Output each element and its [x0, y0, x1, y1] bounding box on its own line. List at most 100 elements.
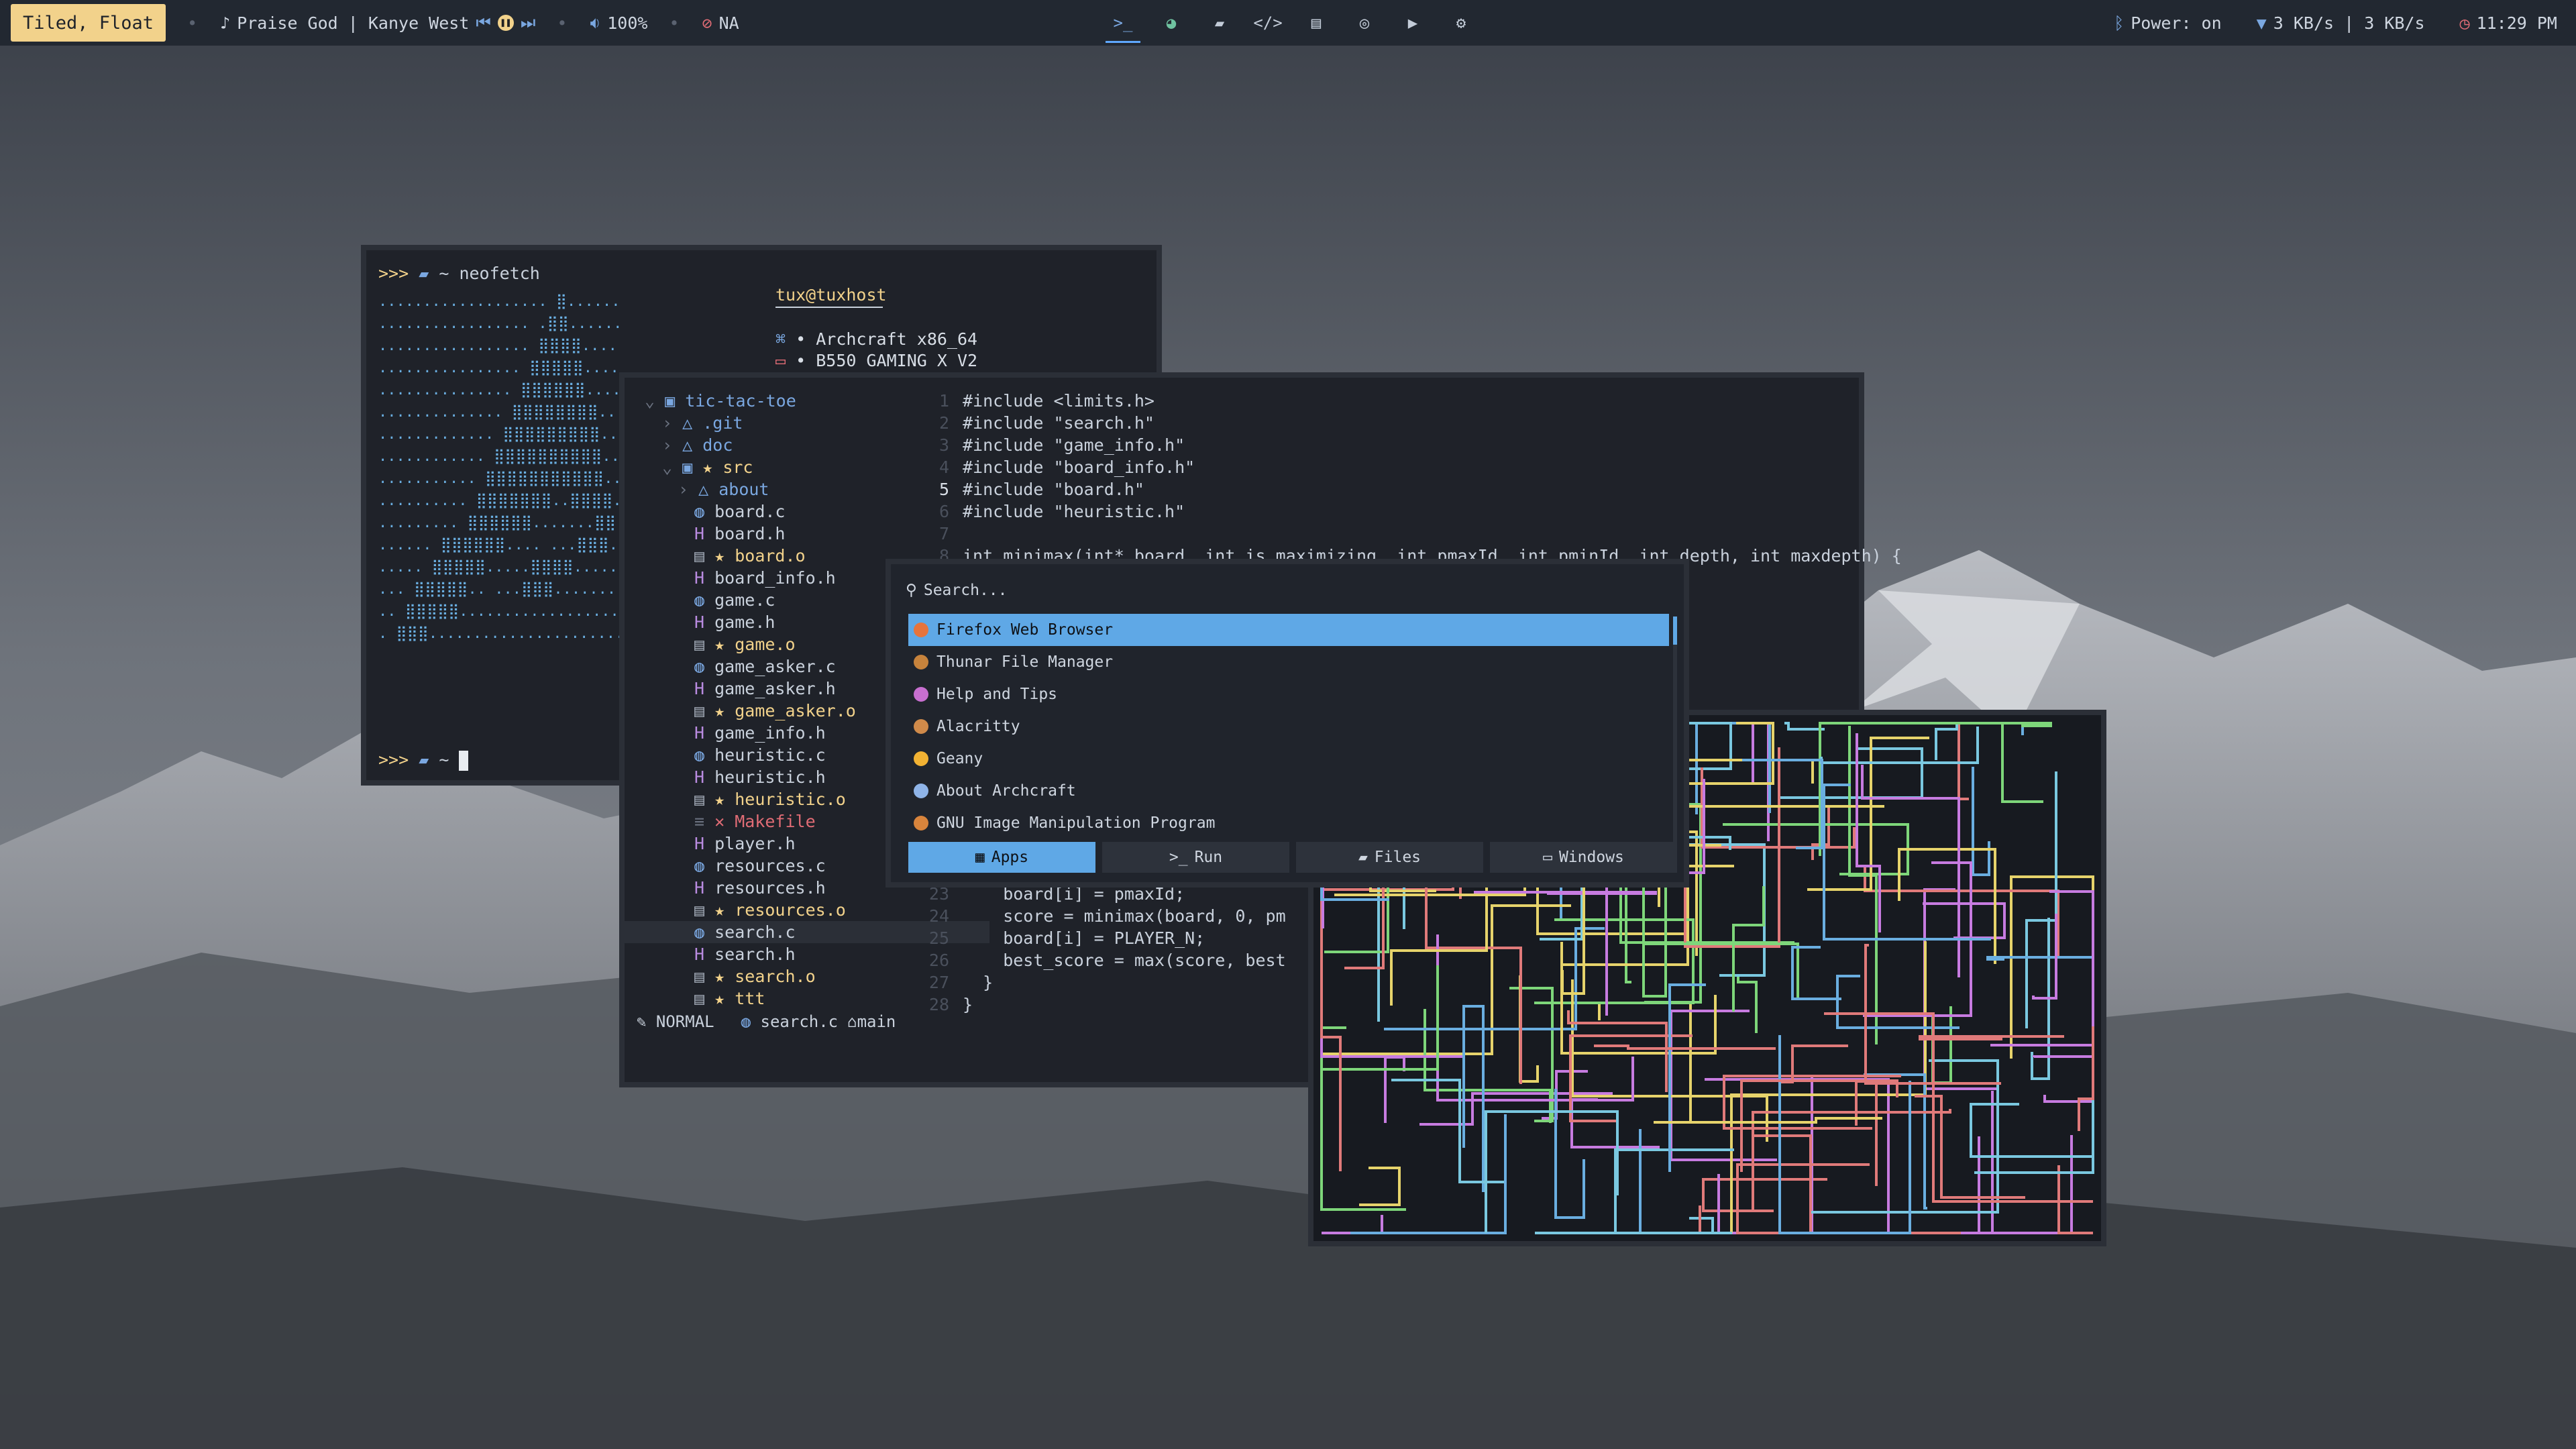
tree-item[interactable]: ◍ board.c [694, 500, 785, 523]
app-list-item[interactable]: Firefox Web Browser [908, 614, 1669, 646]
tree-item-label: game_info.h [714, 723, 826, 743]
tree-item[interactable]: ▤ ★ board.o [694, 545, 806, 567]
tree-item[interactable]: ⌄ ▣ tic-tac-toe [645, 390, 796, 412]
tree-item[interactable]: ◍ resources.c [694, 855, 826, 877]
code-line[interactable]: 26 best_score = max(score, best [920, 949, 1286, 971]
chevron-down-icon[interactable]: ⌄ [662, 458, 682, 477]
pipe-segment [1986, 956, 2093, 961]
app-list-item[interactable]: About Archcraft [908, 775, 1669, 807]
search-input[interactable]: Search... [924, 582, 1008, 599]
chat-icon[interactable]: ◎ [1355, 13, 1374, 32]
code-line[interactable]: 1 #include <limits.h> [920, 390, 1155, 412]
network-widget[interactable]: ▼ 3 KB/s | 3 KB/s [2257, 13, 2425, 33]
tree-item[interactable]: H game_info.h [694, 722, 826, 744]
tree-item-label: ★ resources.o [714, 900, 846, 920]
tree-item[interactable]: ▤ ★ heuristic.o [694, 788, 846, 810]
tree-item[interactable]: › △ .git [662, 412, 743, 434]
tree-item[interactable]: ▤ ★ resources.o [694, 899, 846, 921]
tree-item-label: board.c [714, 502, 786, 521]
code-line[interactable]: 5 #include "board.h" [920, 478, 1144, 500]
object-file-icon: ▤ [694, 546, 715, 566]
pipe-segment [1668, 983, 1706, 1172]
chevron-right-icon[interactable]: › [662, 413, 682, 433]
tree-item[interactable]: ◍ heuristic.c [694, 744, 826, 766]
tree-item[interactable]: H board_info.h [694, 567, 836, 589]
mode-tab-files[interactable]: ▰ Files [1296, 842, 1483, 873]
pipe-segment [1972, 767, 1990, 876]
app-list-item[interactable]: GNU Image Manipulation Program [908, 807, 1669, 839]
code-line[interactable]: 25 board[i] = PLAYER_N; [920, 927, 1205, 949]
code-line[interactable]: 27 } [920, 971, 993, 994]
tree-item[interactable]: ▤ ★ game.o [694, 633, 796, 655]
browser-icon[interactable]: ◕ [1162, 13, 1181, 32]
music-widget[interactable]: ♪ Praise God | Kanye West ⏮ ❚❚ ⏭ [220, 13, 535, 33]
chevron-right-icon[interactable]: › [662, 435, 682, 455]
tree-item[interactable]: H search.h [694, 943, 796, 965]
tree-item[interactable]: H board.h [694, 523, 785, 545]
command-text: neofetch [459, 264, 540, 283]
tree-item[interactable]: ⌄ ▣ ★ src [662, 456, 753, 478]
scrollbar[interactable] [1673, 616, 1677, 859]
folder-icon[interactable]: ▰ [1210, 13, 1229, 32]
code-line[interactable]: 4 #include "board_info.h" [920, 456, 1195, 478]
code-line[interactable]: 2 #include "search.h" [920, 412, 1155, 434]
app-list-item[interactable]: Help and Tips [908, 678, 1669, 710]
tree-item[interactable]: H resources.h [694, 877, 826, 899]
tree-item[interactable]: ◍ game.c [694, 589, 775, 611]
tree-item[interactable]: H player.h [694, 833, 796, 855]
mode-tab-windows[interactable]: ▭ Windows [1490, 842, 1677, 873]
tree-item[interactable]: › △ doc [662, 434, 733, 456]
tree-item[interactable]: ▤ ★ ttt [694, 987, 765, 1010]
line-number: 24 [928, 906, 949, 926]
battery-widget[interactable]: ⊘ NA [702, 13, 739, 33]
mode-tab-apps[interactable]: ▦ Apps [908, 842, 1095, 873]
previous-track-icon[interactable]: ⏮ [476, 13, 491, 33]
h-file-icon: H [694, 945, 715, 964]
file-tree[interactable]: ⌄ ▣ tic-tac-toe › △ .git › △ doc ⌄ ▣ ★ src ›… [625, 378, 989, 1010]
bluetooth-status: Power: on [2131, 13, 2222, 33]
c-file-icon: ◍ [741, 1012, 751, 1031]
line-number: 4 [938, 458, 949, 477]
clock-widget[interactable]: ◷ 11:29 PM [2460, 13, 2557, 33]
tree-item[interactable]: ≡ ✕ Makefile [694, 810, 816, 833]
pause-icon[interactable]: ❚❚ [497, 15, 514, 31]
tree-item-label: game.c [714, 590, 775, 610]
bluetooth-widget[interactable]: ᛒ Power: on [2114, 13, 2221, 33]
app-list-item[interactable]: Thunar File Manager [908, 646, 1669, 678]
c-file-icon: ◍ [694, 922, 715, 942]
tree-item[interactable]: ▤ ★ game_asker.o [694, 700, 856, 722]
next-track-icon[interactable]: ⏭ [521, 13, 536, 33]
volume-widget[interactable]: 🔉︎ 100% [590, 13, 647, 33]
code-line[interactable]: 6 #include "heuristic.h" [920, 500, 1185, 523]
tree-item[interactable]: H game_asker.h [694, 678, 836, 700]
app-list-item[interactable]: Geany [908, 743, 1669, 775]
tree-item[interactable]: ▤ ★ search.o [694, 965, 816, 987]
current-file: ◍ search.c [741, 1012, 839, 1031]
layout-mode-badge[interactable]: Tiled, Float [11, 4, 166, 42]
launcher-search[interactable]: ⚲ Search... [906, 582, 1007, 599]
app-list-item[interactable]: Alacritty [908, 710, 1669, 743]
chevron-down-icon[interactable]: ⌄ [645, 391, 665, 411]
pipe-segment [1320, 892, 1342, 1171]
tree-item[interactable]: H heuristic.h [694, 766, 826, 788]
code-editor-icon[interactable]: </> [1253, 13, 1282, 32]
chevron-right-icon[interactable]: › [678, 480, 698, 499]
prompt-line-2[interactable]: >>> ▰ ~ [378, 750, 469, 771]
user-host: tux@tuxhost [775, 285, 887, 305]
video-icon[interactable]: ▶ [1403, 13, 1422, 32]
battery-icon: ⊘ [702, 13, 712, 33]
code-line[interactable]: 3 #include "game_info.h" [920, 434, 1185, 456]
code-line[interactable]: 7 [920, 523, 963, 545]
book-icon[interactable]: ▤ [1307, 13, 1326, 32]
mode-tab-run[interactable]: >_ Run [1102, 842, 1289, 873]
now-playing: Praise God | Kanye West [237, 13, 470, 33]
tree-item[interactable]: › △ about [678, 478, 769, 500]
tree-item[interactable]: H game.h [694, 611, 775, 633]
line-number: 7 [938, 524, 949, 543]
terminal-icon[interactable]: >_ [1106, 13, 1140, 43]
app-launcher[interactable]: ⚲ Search... Firefox Web Browser Thunar Fi… [885, 559, 1689, 888]
h-file-icon: H [694, 679, 715, 698]
settings-gear-icon[interactable]: ⚙ [1452, 13, 1470, 32]
tree-item[interactable]: ◍ game_asker.c [694, 655, 836, 678]
code-line[interactable]: 24 score = minimax(board, 0, pm [920, 905, 1286, 927]
